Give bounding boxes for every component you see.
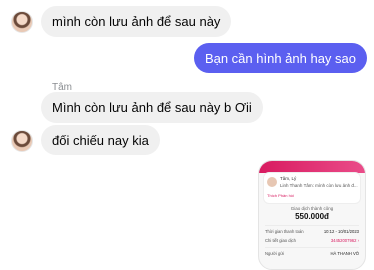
transaction-status: Giao dịch thành công: [290, 206, 334, 211]
image-attachment[interactable]: Tâm, Lý Linh Thanh Tâm: mình còn lưu ảnh…: [258, 160, 366, 270]
message-text: mình còn lưu ảnh để sau này: [52, 14, 221, 29]
row-label: Thời gian thanh toán: [265, 229, 304, 234]
divider: [265, 247, 359, 248]
row-value: 34452007962 ›: [330, 238, 359, 243]
message-bubble-own[interactable]: Bạn cần hình ảnh hay sao: [193, 43, 367, 73]
message-bubble[interactable]: Mình còn lưu ảnh để sau này b Ơii: [41, 92, 263, 123]
row-label: Người gửi: [265, 251, 285, 256]
message-text: Bạn cần hình ảnh hay sao: [204, 51, 356, 66]
message-text: đối chiếu nay kia: [52, 133, 149, 148]
row-label: Chi tiết giao dịch: [265, 238, 296, 243]
transaction-row: Người gửi HÀ THANH VÕ: [265, 251, 359, 256]
screenshot-card-line: Linh Thanh Tâm: mình còn lưu ảnh đ...: [280, 183, 358, 188]
screenshot-card-name: Tâm, Lý: [280, 176, 297, 181]
message-text: Mình còn lưu ảnh để sau này b Ơii: [52, 100, 252, 115]
message-bubble[interactable]: đối chiếu nay kia: [41, 125, 160, 155]
avatar[interactable]: [11, 130, 33, 152]
row-value: 10:12 - 10/01/2023: [323, 229, 359, 234]
screenshot-card-tabs: Thích Phản hồi: [267, 193, 294, 198]
avatar[interactable]: [11, 11, 33, 33]
transaction-amount: 550.000đ: [295, 212, 329, 221]
divider: [265, 225, 359, 226]
transaction-row: Chi tiết giao dịch 34452007962 ›: [265, 238, 359, 243]
screenshot-message-card: Tâm, Lý Linh Thanh Tâm: mình còn lưu ảnh…: [263, 172, 361, 204]
message-bubble[interactable]: mình còn lưu ảnh để sau này: [41, 6, 232, 37]
row-value: HÀ THANH VÕ: [330, 251, 359, 256]
screenshot-avatar: [267, 177, 277, 187]
transaction-row: Thời gian thanh toán 10:12 - 10/01/2023: [265, 229, 359, 234]
